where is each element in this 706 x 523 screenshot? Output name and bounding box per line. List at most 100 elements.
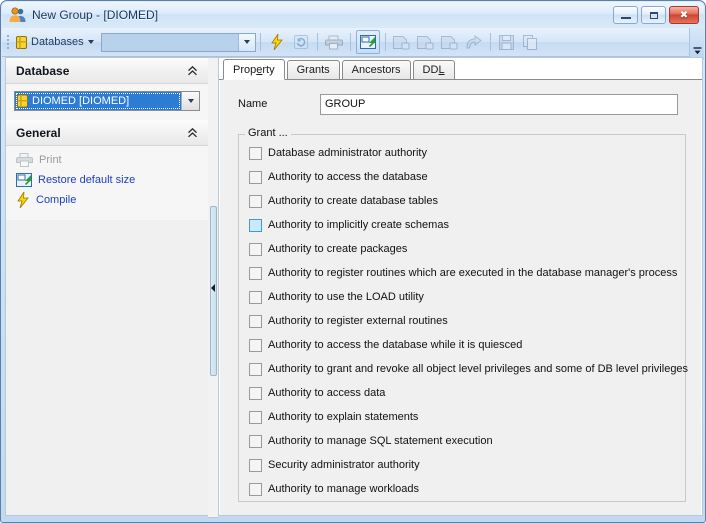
toolbar-grip[interactable] bbox=[6, 34, 10, 50]
grant-checkbox-label: Authority to access the database bbox=[268, 171, 428, 183]
grant-checkbox[interactable] bbox=[249, 387, 262, 400]
print-icon[interactable] bbox=[323, 31, 345, 53]
grant-checkbox-row[interactable]: Authority to create database tables bbox=[239, 189, 685, 213]
grant-checkbox-label: Authority to access the database while i… bbox=[268, 339, 522, 351]
grant-checkbox-label: Authority to manage SQL statement execut… bbox=[268, 435, 493, 447]
toolbar-separator bbox=[385, 33, 386, 51]
grant-checkbox[interactable] bbox=[249, 219, 262, 232]
toolbar-overflow-button[interactable] bbox=[689, 28, 704, 60]
grant-checkbox[interactable] bbox=[249, 267, 262, 280]
sidebar-splitter[interactable] bbox=[208, 57, 218, 518]
group-users-icon bbox=[9, 7, 27, 23]
database-selector-panel: DIOMED [DIOMED] bbox=[6, 84, 208, 120]
grant-checkbox[interactable] bbox=[249, 243, 262, 256]
grant-checkbox-label: Authority to register external routines bbox=[268, 315, 448, 327]
grant-checkbox[interactable] bbox=[249, 171, 262, 184]
grant-checkbox-row[interactable]: Authority to explain statements bbox=[239, 405, 685, 429]
chevron-down-icon[interactable] bbox=[238, 34, 255, 51]
grant-checkbox-label: Authority to explain statements bbox=[268, 411, 418, 423]
grant-checkbox-row[interactable]: Authority to use the LOAD utility bbox=[239, 285, 685, 309]
close-button[interactable]: ✖ bbox=[669, 6, 699, 24]
sidebar-action-label: Print bbox=[39, 154, 62, 166]
maximize-button[interactable] bbox=[641, 6, 666, 24]
databases-dropdown-button[interactable]: Databases bbox=[13, 31, 97, 53]
grant-checkbox[interactable] bbox=[249, 411, 262, 424]
general-actions-list: Print Restore default size bbox=[6, 146, 208, 220]
client-area: Database bbox=[5, 57, 703, 519]
grant-group-box: Grant ... Database administrator authori… bbox=[238, 134, 686, 502]
restore-default-size-icon bbox=[16, 173, 32, 187]
sidebar-action-label: Restore default size bbox=[38, 174, 135, 186]
chevron-up-icon[interactable] bbox=[187, 66, 198, 76]
navigation-sidebar: Database bbox=[5, 57, 208, 516]
splitter-collapse-arrow-icon[interactable] bbox=[211, 284, 215, 292]
sidebar-section-header-database[interactable]: Database bbox=[6, 58, 208, 84]
database-icon bbox=[16, 35, 27, 50]
grant-checkbox-label: Authority to access data bbox=[268, 387, 385, 399]
grant-checkbox-label: Authority to register routines which are… bbox=[268, 267, 677, 279]
grant-checkbox[interactable] bbox=[249, 435, 262, 448]
application-window: New Group - [DIOMED] ✖ Databases bbox=[0, 0, 706, 523]
tab-property[interactable]: Property bbox=[223, 59, 285, 80]
grant-checkbox[interactable] bbox=[249, 483, 262, 496]
chevron-down-icon[interactable] bbox=[181, 92, 199, 110]
grant-checkbox-row[interactable]: Authority to create packages bbox=[239, 237, 685, 261]
tab-strip: Property Grants Ancestors DDL bbox=[219, 58, 702, 80]
property-tab-pane: Name Grant ... Database administrator au… bbox=[220, 80, 701, 515]
tab-ddl[interactable]: DDL bbox=[413, 60, 455, 79]
tab-grants[interactable]: Grants bbox=[287, 60, 340, 79]
grant-checkbox-label: Authority to implicitly create schemas bbox=[268, 219, 449, 231]
grant-checkbox[interactable] bbox=[249, 315, 262, 328]
grant-checkbox-row[interactable]: Security administrator authority bbox=[239, 453, 685, 477]
name-input[interactable] bbox=[320, 94, 678, 115]
grant-checkbox-label: Authority to create database tables bbox=[268, 195, 438, 207]
name-field-row: Name bbox=[220, 92, 701, 116]
sidebar-section-title: General bbox=[16, 126, 61, 140]
grant-checkbox-row[interactable]: Authority to grant and revoke all object… bbox=[239, 357, 685, 381]
grant-checkbox-row[interactable]: Authority to access data bbox=[239, 381, 685, 405]
copy-icon bbox=[520, 31, 542, 53]
compile-lightning-icon[interactable] bbox=[266, 31, 288, 53]
drop-group-icon bbox=[439, 31, 461, 53]
sidebar-section-header-general[interactable]: General bbox=[6, 120, 208, 146]
save-icon bbox=[496, 31, 518, 53]
database-icon bbox=[17, 94, 28, 108]
tab-ancestors[interactable]: Ancestors bbox=[342, 60, 411, 79]
sidebar-action-compile[interactable]: Compile bbox=[16, 190, 208, 210]
grant-checkbox[interactable] bbox=[249, 195, 262, 208]
grant-checkbox-row[interactable]: Authority to register routines which are… bbox=[239, 261, 685, 285]
grant-checkbox-row[interactable]: Authority to implicitly create schemas bbox=[239, 213, 685, 237]
refresh-group-icon bbox=[463, 31, 485, 53]
grant-checkbox[interactable] bbox=[249, 363, 262, 376]
grant-checkbox-label: Database administrator authority bbox=[268, 147, 427, 159]
grant-checkbox[interactable] bbox=[249, 339, 262, 352]
toolbar-separator bbox=[490, 33, 491, 51]
restore-default-size-icon[interactable] bbox=[356, 30, 380, 54]
grant-checkbox-row[interactable]: Authority to manage workloads bbox=[239, 477, 685, 501]
minimize-button[interactable] bbox=[613, 6, 638, 24]
grant-checkbox-row[interactable]: Authority to access the database while i… bbox=[239, 333, 685, 357]
grant-checkbox[interactable] bbox=[249, 147, 262, 160]
grant-checkbox-label: Authority to create packages bbox=[268, 243, 407, 255]
sidebar-action-restore-default-size[interactable]: Restore default size bbox=[16, 170, 208, 190]
database-combo[interactable]: DIOMED [DIOMED] bbox=[14, 91, 200, 111]
toolbar-separator bbox=[350, 33, 351, 51]
databases-label: Databases bbox=[31, 36, 84, 48]
database-combo-value: DIOMED [DIOMED] bbox=[32, 95, 129, 107]
chevron-up-icon[interactable] bbox=[187, 128, 198, 138]
grant-checkbox-row[interactable]: Authority to register external routines bbox=[239, 309, 685, 333]
database-combo-value-wrap[interactable]: DIOMED [DIOMED] bbox=[15, 92, 181, 110]
grant-checkbox[interactable] bbox=[249, 459, 262, 472]
main-toolbar: Databases bbox=[2, 28, 704, 57]
window-title: New Group - [DIOMED] bbox=[32, 8, 158, 22]
grant-checkbox[interactable] bbox=[249, 291, 262, 304]
refresh-icon[interactable] bbox=[290, 31, 312, 53]
grant-checkbox-row[interactable]: Authority to access the database bbox=[239, 165, 685, 189]
grant-checkbox-row[interactable]: Authority to manage SQL statement execut… bbox=[239, 429, 685, 453]
grant-checkbox-row[interactable]: Database administrator authority bbox=[239, 141, 685, 165]
toolbar-database-combo[interactable] bbox=[101, 33, 256, 52]
sidebar-section-title: Database bbox=[16, 64, 69, 78]
toolbar-separator bbox=[260, 33, 261, 51]
title-bar: New Group - [DIOMED] ✖ bbox=[2, 2, 704, 28]
edit-group-icon bbox=[415, 31, 437, 53]
